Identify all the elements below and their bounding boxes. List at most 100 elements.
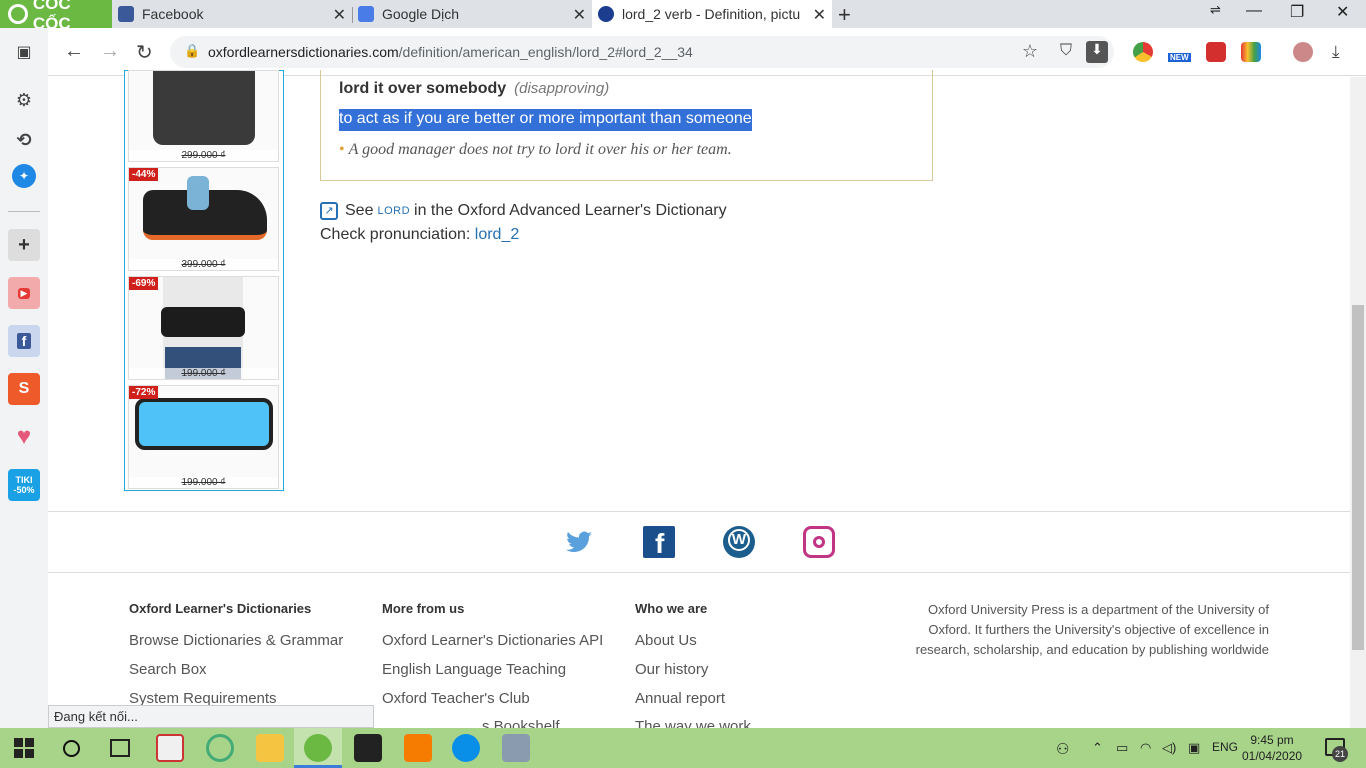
app-icon[interactable] [354,734,382,762]
google-translate-favicon-icon [358,6,374,22]
idiom-phrase: lord it over somebody (disapproving) [339,80,610,97]
language-indicator[interactable]: ENG [1212,740,1238,754]
facebook-favicon-icon [118,6,134,22]
footer-link[interactable]: Browse Dictionaries & Grammar [129,632,343,649]
coccoc-brand[interactable]: CỐC CỐC [0,0,112,33]
see-also-line: ↗ See LORD in the Oxford Advanced Learne… [320,202,727,220]
tiki-icon[interactable]: TIKI -50% [8,469,40,501]
footer-link[interactable]: Oxford Teacher's Club [382,690,530,707]
reload-icon[interactable]: ↻ [136,40,153,65]
youtube-icon[interactable]: ▶ [8,277,40,309]
windows-start-icon[interactable] [14,738,34,758]
pronunciation-link[interactable]: lord_2 [475,226,519,243]
footer-link[interactable]: Our history [635,661,708,678]
url-host: oxfordlearnersdictionaries.com [208,44,399,60]
tab-title: Google Dịch [382,6,460,22]
file-explorer-icon[interactable] [256,734,284,762]
ad-price: 399.000 ₫ [129,259,278,270]
lock-icon: 🔒 [184,43,201,58]
scrollbar-thumb[interactable] [1352,305,1364,650]
extension-new-icon[interactable]: NEW [1168,42,1192,62]
divider [48,572,1350,573]
external-link-icon[interactable]: ↗ [320,202,338,220]
footer-heading: Oxford Learner's Dictionaries [129,601,312,616]
pdf-app-icon[interactable] [404,734,432,762]
monitor-icon[interactable]: ▣ [1188,740,1200,756]
clock[interactable]: 9:45 pm 01/04/2020 [1242,732,1302,764]
zalo-icon[interactable] [452,734,480,762]
minimize-icon[interactable]: — [1246,2,1262,20]
app-icon[interactable] [206,734,234,762]
ad-product-4[interactable]: -72% 199.000 ₫ [128,385,279,489]
coccoc-logo-icon [8,4,28,24]
instagram-icon[interactable] [803,526,835,558]
people-icon[interactable]: ⚇ [1056,740,1069,758]
extension-chrome-icon[interactable] [1133,42,1153,62]
window-close-icon[interactable]: ✕ [1336,2,1349,22]
forward-icon[interactable]: → [100,40,120,63]
battery-icon[interactable]: ▭ [1116,740,1128,756]
app-icon[interactable] [502,734,530,762]
wifi-icon[interactable]: ◠ [1140,740,1151,756]
footer-link[interactable]: The way we work [635,718,751,728]
idiom-example: • A good manager does not try to lord it … [339,141,732,158]
app-icon[interactable] [156,734,184,762]
tab-search-icon[interactable]: ⇌ [1210,2,1221,18]
twitter-icon[interactable] [563,526,595,558]
tab-facebook[interactable]: Facebook ✕ [112,0,352,28]
pronunciation-line: Check pronunciation: lord_2 [320,226,520,243]
footer-link[interactable]: s Bookshelf [482,718,560,728]
close-tab-icon[interactable]: ✕ [813,5,826,25]
extension-red-icon[interactable] [1206,42,1226,62]
close-tab-icon[interactable]: ✕ [573,5,586,25]
new-tab-icon[interactable]: + [838,2,851,28]
idiom-definition-selected[interactable]: to act as if you are better or more impo… [339,109,752,131]
back-icon[interactable]: ← [64,40,84,63]
facebook-icon[interactable]: f [643,526,675,559]
shopee-icon[interactable]: S [8,373,40,405]
shield-icon[interactable]: ⛉ [1060,42,1072,60]
settings-gear-icon[interactable]: ⚙ [8,84,40,116]
footer-link[interactable]: Search Box [129,661,207,678]
tab-google-translate[interactable]: Google Dịch ✕ [352,0,592,28]
footer-link[interactable]: English Language Teaching [382,661,566,678]
volume-icon[interactable]: ◁) [1162,740,1176,756]
search-icon[interactable] [63,740,80,757]
task-view-icon[interactable] [110,739,130,757]
address-bar[interactable]: 🔒 oxfordlearnersdictionaries.com/definit… [170,36,1114,68]
status-bubble: Đang kết nối... [48,705,374,728]
tab-oxford[interactable]: lord_2 verb - Definition, pictu ✕ [592,0,832,28]
divider [48,511,1350,512]
tray-chevron-icon[interactable]: ⌃ [1092,740,1103,756]
waist-bag-image [135,398,273,450]
coccoc-taskbar-icon[interactable] [304,734,332,762]
wordpress-icon[interactable]: W [723,526,755,558]
sidebar-toggle-icon[interactable]: ▣ [8,36,40,68]
messenger-icon[interactable]: ✦ [12,164,36,188]
downloads-icon[interactable]: ⤓ [1332,42,1340,62]
heart-app-icon[interactable]: ♥ [8,421,40,453]
footer-link[interactable]: Annual report [635,690,725,707]
discount-badge: -69% [129,277,159,290]
footer-link[interactable]: About Us [635,632,697,649]
ad-product-3[interactable]: -69% 199.000 ₫ [128,276,279,380]
footer-link[interactable]: Oxford Learner's Dictionaries API [382,632,603,649]
url-path: /definition/american_english/lord_2#lord… [398,44,693,60]
extension-color-icon[interactable] [1241,42,1261,62]
oxford-favicon-icon [598,6,614,22]
history-icon[interactable]: ⟲ [8,124,40,156]
profile-avatar[interactable] [1293,42,1313,62]
bookmark-star-icon[interactable]: ☆ [1022,41,1038,62]
discount-badge: -44% [129,168,159,181]
footer-heading: Who we are [635,601,708,616]
restore-icon[interactable]: ❐ [1290,2,1304,22]
see-word-link[interactable]: LORD [377,205,410,217]
oup-about-text: Oxford University Press is a department … [915,602,1269,657]
ad-product-2[interactable]: -44% 399.000 ₫ [128,167,279,271]
ad-price: 299.000 ₫ [129,150,278,161]
facebook-app-icon[interactable]: f [8,325,40,357]
close-tab-icon[interactable]: ✕ [333,5,346,25]
add-app-icon[interactable]: + [8,229,40,261]
ad-product-1[interactable]: 299.000 ₫ [128,70,279,162]
download-page-icon[interactable]: ⬇ [1086,41,1108,63]
